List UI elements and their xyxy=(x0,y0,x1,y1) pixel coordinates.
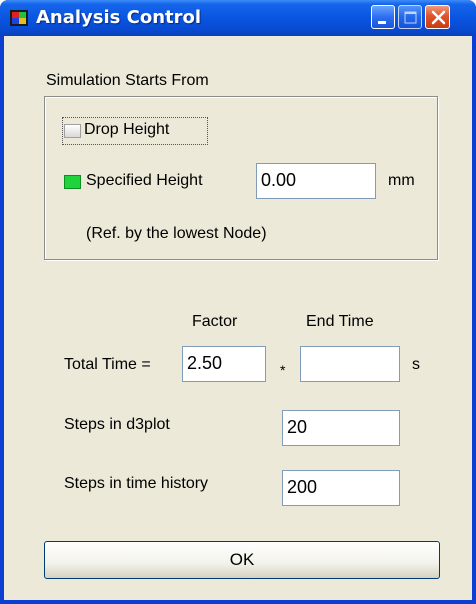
factor-input[interactable]: 2.50 xyxy=(182,346,266,382)
maximize-icon xyxy=(404,11,417,24)
height-unit-label: mm xyxy=(388,172,415,189)
maximize-button[interactable] xyxy=(398,5,422,29)
simulation-group-label: Simulation Starts From xyxy=(46,72,209,89)
close-button[interactable] xyxy=(425,5,450,29)
end-time-input[interactable] xyxy=(300,346,400,382)
reference-note: (Ref. by the lowest Node) xyxy=(86,225,267,242)
history-steps-input[interactable]: 200 xyxy=(282,470,400,506)
history-steps-label: Steps in time history xyxy=(64,475,209,492)
specified-height-checkbox[interactable] xyxy=(64,175,81,189)
window-title: Analysis Control xyxy=(36,7,202,28)
d3plot-steps-input[interactable]: 20 xyxy=(282,410,400,446)
drop-height-checkbox[interactable] xyxy=(64,124,81,138)
minimize-icon xyxy=(378,21,386,24)
specified-height-input[interactable]: 0.00 xyxy=(256,163,376,199)
total-time-label: Total Time = xyxy=(64,356,151,373)
close-icon xyxy=(431,10,446,25)
time-unit-label: s xyxy=(412,356,420,373)
app-icon xyxy=(10,10,28,26)
end-time-header: End Time xyxy=(306,313,374,330)
minimize-button[interactable] xyxy=(371,5,395,29)
specified-height-label[interactable]: Specified Height xyxy=(86,172,203,190)
drop-height-label[interactable]: Drop Height xyxy=(84,121,169,139)
ok-button[interactable]: OK xyxy=(44,541,440,579)
d3plot-steps-label: Steps in d3plot xyxy=(64,416,170,433)
factor-header: Factor xyxy=(192,313,238,330)
analysis-control-window: Analysis Control Simulation Starts From … xyxy=(0,0,476,604)
multiply-sign: * xyxy=(280,362,286,378)
title-bar[interactable]: Analysis Control xyxy=(0,0,476,36)
